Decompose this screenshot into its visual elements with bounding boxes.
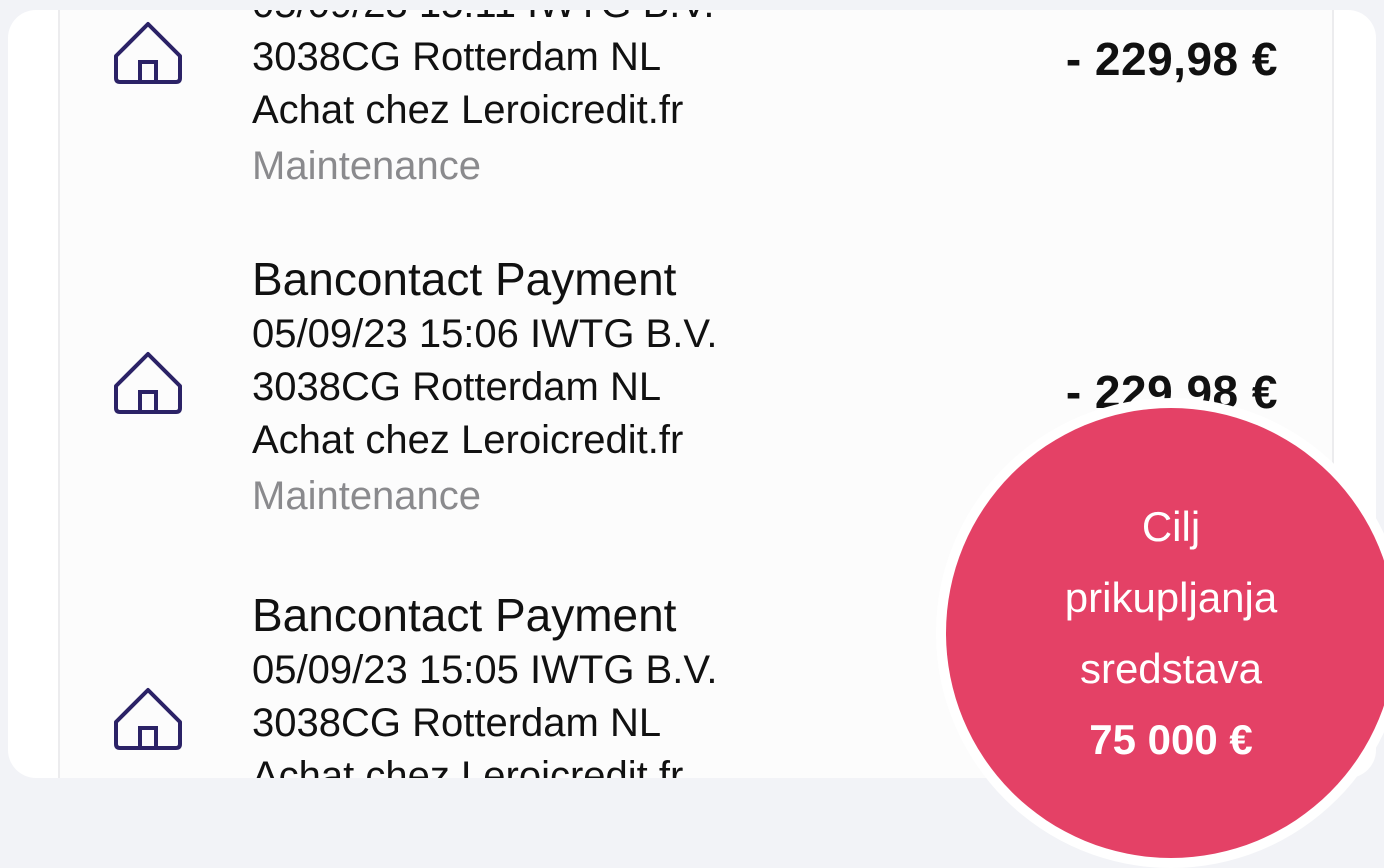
transaction-details: Bancontact Payment 05/09/23 15:05 IWTG B… [252, 586, 717, 778]
transaction-line3: Achat chez Leroicredit.fr [252, 754, 684, 778]
badge-line1: Cilj [1141, 503, 1201, 550]
transaction-details: 05/09/23 15:11 IWTG B.V. 3038CG Rotterda… [252, 10, 715, 193]
house-icon [114, 688, 182, 750]
badge-line2: prikupljanja [1064, 574, 1278, 621]
transaction-title: Bancontact Payment [252, 589, 677, 641]
transaction-line1: 05/09/23 15:05 IWTG B.V. [252, 648, 718, 692]
transaction-line2: 3038CG Rotterdam NL [252, 365, 662, 409]
transaction-line1: 05/09/23 15:06 IWTG B.V. [252, 312, 718, 356]
transaction-line2: 3038CG Rotterdam NL [252, 35, 662, 79]
transaction-line1: 05/09/23 15:11 IWTG B.V. [252, 10, 715, 31]
badge-goal-amount: 75 000 € [1089, 716, 1253, 763]
transaction-details: Bancontact Payment 05/09/23 15:06 IWTG B… [252, 250, 717, 523]
fundraising-goal-circle: Cilj prikupljanja sredstava 75 000 € [946, 408, 1384, 858]
transaction-category: Maintenance [252, 474, 482, 518]
badge-line3: sredstava [1079, 645, 1263, 692]
transaction-title: Bancontact Payment [252, 253, 677, 305]
transaction-amount: - 229,98 € [1065, 33, 1278, 85]
house-icon [114, 22, 182, 84]
transaction-line3: Achat chez Leroicredit.fr [252, 418, 684, 462]
transaction-line3: Achat chez Leroicredit.fr [252, 88, 684, 132]
transaction-line2: 3038CG Rotterdam NL [252, 701, 662, 745]
house-icon [114, 352, 182, 414]
fundraising-goal-badge: Cilj prikupljanja sredstava 75 000 € [936, 398, 1384, 868]
transaction-category: Maintenance [252, 144, 482, 188]
